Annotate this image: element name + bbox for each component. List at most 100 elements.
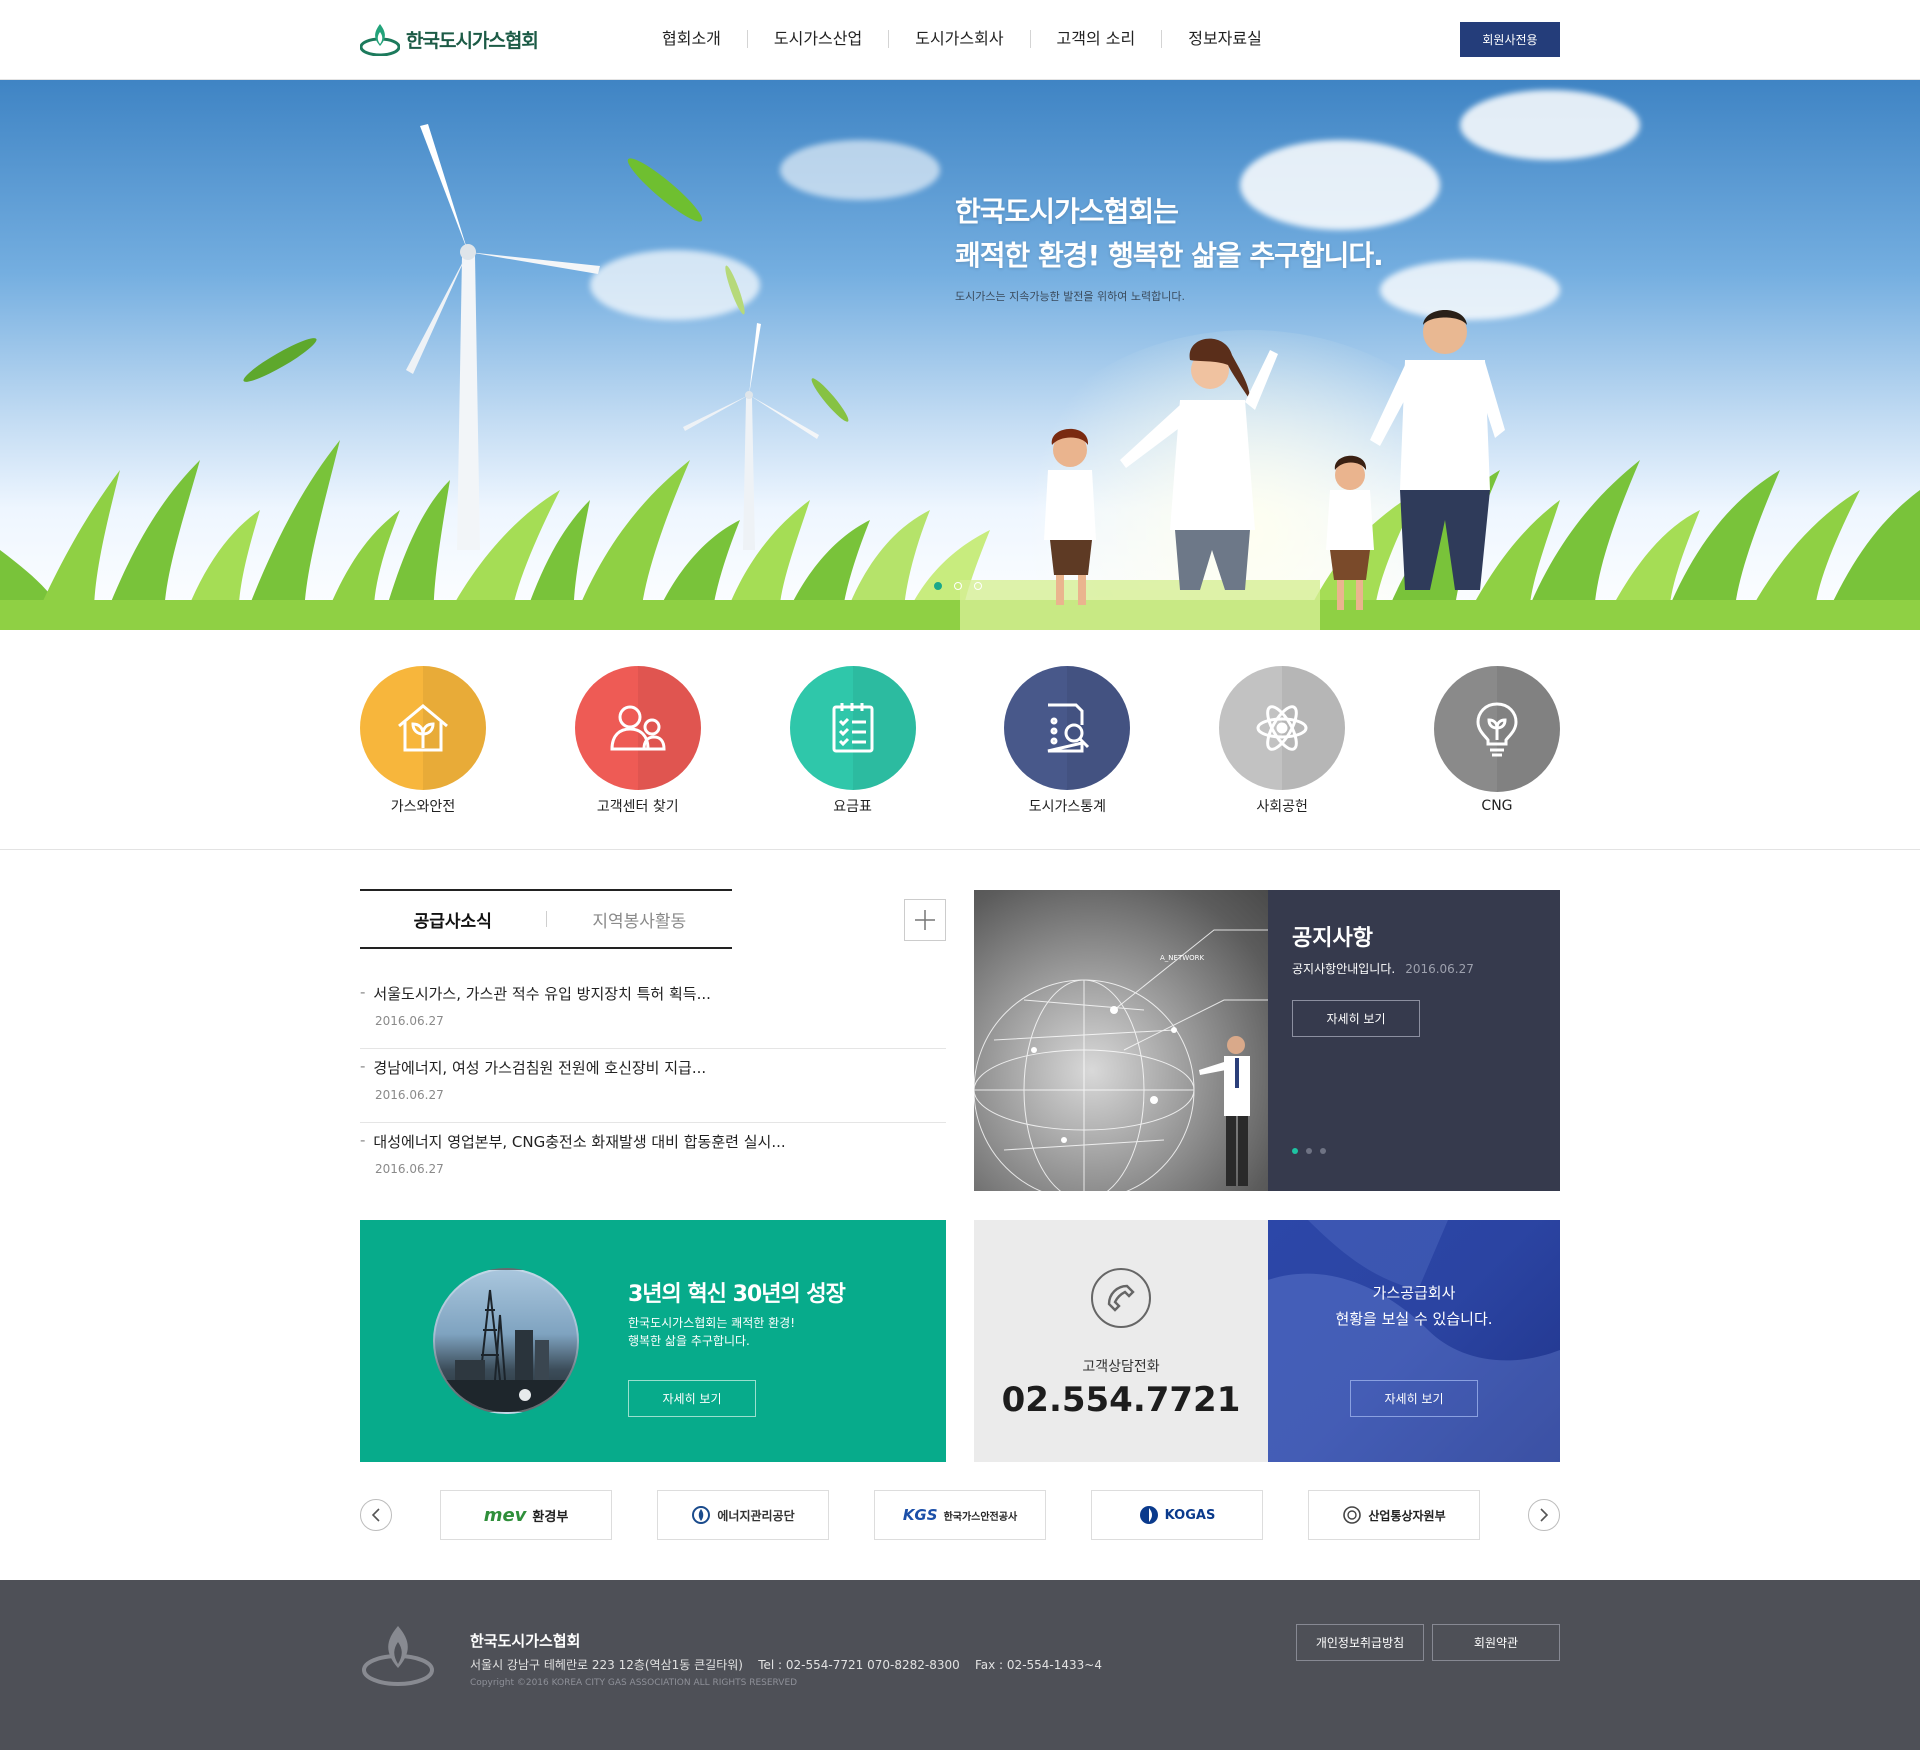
promo-detail-button[interactable]: 자세히 보기 bbox=[628, 1380, 756, 1417]
hero-dot-3[interactable] bbox=[974, 582, 982, 590]
notice-dot-2[interactable] bbox=[1306, 1148, 1312, 1154]
hero-banner: 한국도시가스협회는 쾌적한 환경! 행복한 삶을 추구합니다. 도시가스는 지속… bbox=[0, 80, 1920, 630]
chevron-right-icon bbox=[1540, 1508, 1549, 1522]
news-title: 대성에너지 영업본부, CNG충전소 화재발생 대비 합동훈련 실시... bbox=[373, 1133, 786, 1151]
wind-turbines-illustration bbox=[0, 124, 1920, 630]
partner-prev-button[interactable] bbox=[360, 1499, 392, 1531]
quick-circle bbox=[1219, 666, 1346, 790]
footer-copyright: Copyright ©2016 KOREA CITY GAS ASSOCIATI… bbox=[470, 1678, 798, 1688]
quick-link-cng[interactable]: CNG bbox=[1433, 666, 1560, 816]
nav-item-about[interactable]: 협회소개 bbox=[636, 30, 747, 48]
notice-detail-button[interactable]: 자세히 보기 bbox=[1292, 1000, 1420, 1037]
gas-companies-line1: 가스공급회사 bbox=[1372, 1284, 1456, 1302]
nav-item-customer-voice[interactable]: 고객의 소리 bbox=[1029, 30, 1162, 48]
partner-name: 산업통상자원부 bbox=[1368, 1508, 1446, 1523]
news-section: 공급사소식 지역봉사활동 - 서울도시가스, 가스관 적수 유입 방지장치 특허 … bbox=[360, 889, 946, 1197]
notice-title: 공지사항 bbox=[1292, 926, 1373, 951]
news-item[interactable]: - 대성에너지 영업본부, CNG충전소 화재발생 대비 합동훈련 실시... 2… bbox=[360, 1123, 946, 1197]
news-title: 서울도시가스, 가스관 적수 유입 방지장치 특허 획득... bbox=[373, 985, 711, 1003]
quick-links: 가스와안전 고객센터 찾기 요금표 도시가스통계 사회공헌 CNG bbox=[360, 666, 1560, 816]
kogas-logo-icon bbox=[1139, 1506, 1158, 1524]
tab-community-service[interactable]: 지역봉사활동 bbox=[547, 907, 733, 932]
promo-line2: 행복한 삶을 추구합니다. bbox=[628, 1334, 750, 1348]
gas-companies-box: 가스공급회사 현황을 보실 수 있습니다. 자세히 보기 bbox=[1268, 1220, 1560, 1462]
quick-link-rates[interactable]: 요금표 bbox=[789, 666, 916, 816]
hero-dot-1[interactable] bbox=[934, 582, 942, 590]
notice-date: 2016.06.27 bbox=[1405, 962, 1474, 976]
notice-image: A_NETWORK bbox=[974, 890, 1268, 1191]
mev-logo-mark: mev bbox=[483, 1504, 527, 1526]
logo-text: 한국도시가스협회 bbox=[406, 29, 539, 52]
notice-panel: 공지사항 공지사항안내입니다. 2016.06.27 자세히 보기 bbox=[1268, 890, 1560, 1191]
news-date: 2016.06.27 bbox=[375, 1162, 444, 1176]
phone-number[interactable]: 02.554.7721 bbox=[974, 1380, 1268, 1420]
privacy-policy-button[interactable]: 개인정보취급방침 bbox=[1296, 1624, 1424, 1661]
hero-title-line1: 한국도시가스협회는 bbox=[955, 195, 1179, 228]
people-icon bbox=[610, 705, 666, 751]
globe-network-illustration: A_NETWORK bbox=[974, 929, 1268, 1191]
news-item[interactable]: - 경남에너지, 여성 가스검침원 전원에 호신장비 지급... 2016.06.… bbox=[360, 1049, 946, 1123]
member-terms-button[interactable]: 회원약관 bbox=[1432, 1624, 1560, 1661]
news-title: 경남에너지, 여성 가스검침원 전원에 호신장비 지급... bbox=[373, 1059, 707, 1077]
partner-logo-moe[interactable]: mev 환경부 bbox=[440, 1490, 612, 1540]
footer-org-name: 한국도시가스협회 bbox=[470, 1632, 581, 1650]
notice-dot-1[interactable] bbox=[1292, 1148, 1298, 1154]
news-item[interactable]: - 서울도시가스, 가스관 적수 유입 방지장치 특허 획득... 2016.06… bbox=[360, 975, 946, 1049]
footer-logo-icon bbox=[362, 1626, 434, 1686]
kgs-logo-mark: KGS bbox=[902, 1506, 938, 1524]
phone-icon bbox=[1091, 1268, 1151, 1328]
plant-illustration bbox=[435, 1289, 577, 1412]
nav-item-industry[interactable]: 도시가스산업 bbox=[746, 30, 888, 48]
bullet-dash: - bbox=[360, 1057, 366, 1075]
quick-link-gas-safety[interactable]: 가스와안전 bbox=[360, 666, 486, 816]
tab-supplier-news[interactable]: 공급사소식 bbox=[360, 907, 546, 932]
partner-banner: mev 환경부 에너지관리공단 KGS 한국가스안전공사 KOGAS 산업통상자… bbox=[360, 1490, 1560, 1540]
notice-text: 공지사항안내입니다. bbox=[1292, 962, 1396, 976]
phone-label: 고객상담전화 bbox=[1082, 1359, 1160, 1375]
site-footer: 한국도시가스협회 서울시 강남구 테헤란로 223 12층(역삼1동 큰길타워)… bbox=[0, 1580, 1920, 1750]
atom-icon bbox=[1256, 705, 1308, 751]
hero-title: 한국도시가스협회는 쾌적한 환경! 행복한 삶을 추구합니다. bbox=[955, 190, 1384, 278]
checklist-icon bbox=[832, 703, 874, 753]
notice-text-row: 공지사항안내입니다. 2016.06.27 bbox=[1292, 960, 1474, 977]
notice-dot-3[interactable] bbox=[1320, 1148, 1326, 1154]
quick-link-customer-center[interactable]: 고객센터 찾기 bbox=[574, 666, 701, 816]
partner-logo-motie[interactable]: 산업통상자원부 bbox=[1308, 1490, 1480, 1540]
hero-dot-2[interactable] bbox=[954, 582, 962, 590]
quick-link-statistics[interactable]: 도시가스통계 bbox=[1004, 666, 1131, 816]
partner-logo-energy-agency[interactable]: 에너지관리공단 bbox=[657, 1490, 829, 1540]
partner-next-button[interactable] bbox=[1528, 1499, 1560, 1531]
hero-title-line2: 쾌적한 환경! 행복한 삶을 추구합니다. bbox=[955, 239, 1384, 272]
gas-companies-detail-button[interactable]: 자세히 보기 bbox=[1350, 1380, 1478, 1417]
nav-item-companies[interactable]: 도시가스회사 bbox=[888, 30, 1029, 48]
industrial-plant-photo bbox=[433, 1268, 579, 1414]
more-news-button[interactable] bbox=[904, 899, 946, 941]
handset-icon bbox=[1107, 1284, 1135, 1312]
footer-address: 서울시 강남구 테헤란로 223 12층(역삼1동 큰길타워) Tel : 02… bbox=[470, 1658, 1102, 1672]
nav-item-resources[interactable]: 정보자료실 bbox=[1161, 30, 1288, 48]
house-sprout-icon bbox=[398, 704, 448, 752]
news-list: - 서울도시가스, 가스관 적수 유입 방지장치 특허 획득... 2016.06… bbox=[360, 975, 946, 1197]
quick-label: 가스와안전 bbox=[390, 799, 456, 815]
running-family-illustration bbox=[1044, 310, 1505, 610]
quick-label: 요금표 bbox=[833, 799, 872, 815]
section-divider bbox=[0, 849, 1920, 850]
partner-logo-kogas[interactable]: KOGAS bbox=[1091, 1490, 1263, 1540]
partner-logo-kgs[interactable]: KGS 한국가스안전공사 bbox=[874, 1490, 1046, 1540]
quick-label: 사회공헌 bbox=[1256, 799, 1308, 815]
quick-circle bbox=[360, 666, 486, 790]
promo-text: 한국도시가스협회는 쾌적한 환경! 행복한 삶을 추구합니다. bbox=[628, 1314, 795, 1350]
promo-line1: 한국도시가스협회는 쾌적한 환경! bbox=[628, 1316, 796, 1330]
news-title-row: - 대성에너지 영업본부, CNG충전소 화재발생 대비 합동훈련 실시... bbox=[360, 1131, 946, 1152]
quick-label: CNG bbox=[1481, 798, 1513, 814]
promo-title: 3년의 혁신 30년의 성장 bbox=[628, 1282, 846, 1307]
quick-label: 도시가스통계 bbox=[1028, 799, 1107, 815]
site-logo[interactable]: 한국도시가스협회 bbox=[360, 22, 539, 56]
news-tabs: 공급사소식 지역봉사활동 bbox=[360, 889, 732, 949]
government-seal-icon bbox=[1343, 1506, 1362, 1524]
gas-companies-text: 가스공급회사 현황을 보실 수 있습니다. bbox=[1268, 1280, 1560, 1332]
quick-link-social-contribution[interactable]: 사회공헌 bbox=[1219, 666, 1346, 816]
partner-name: KOGAS bbox=[1164, 1507, 1216, 1523]
quick-label: 고객센터 찾기 bbox=[596, 799, 679, 815]
member-only-button[interactable]: 회원사전용 bbox=[1460, 22, 1560, 57]
